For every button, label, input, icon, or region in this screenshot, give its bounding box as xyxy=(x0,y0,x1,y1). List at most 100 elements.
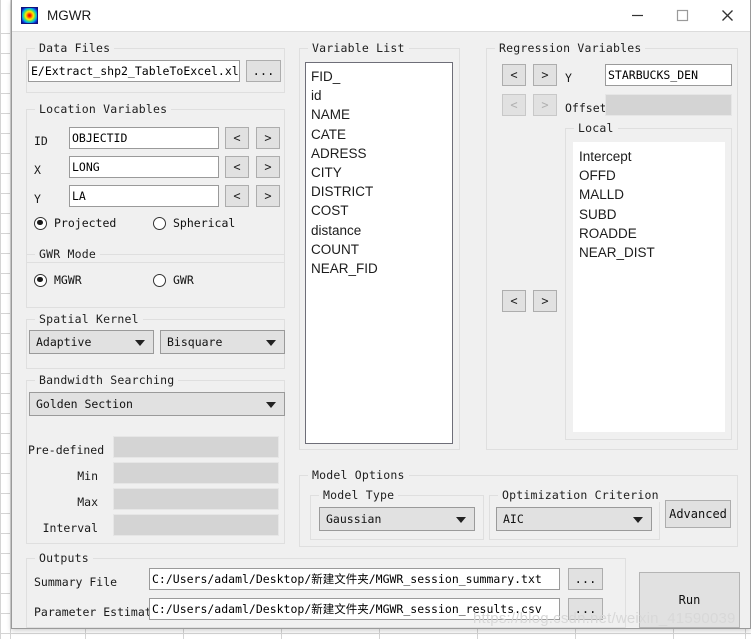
summary-file-browse-button[interactable]: ... xyxy=(568,568,603,590)
kernel-type-select[interactable]: Adaptive xyxy=(29,330,154,354)
list-item[interactable]: ROADDE xyxy=(579,224,724,243)
group-label-local: Local xyxy=(574,121,618,135)
kernel-type-value: Adaptive xyxy=(36,335,92,349)
bandwidth-min-label: Min xyxy=(77,469,98,483)
location-id-next-button[interactable]: > xyxy=(256,127,280,149)
window-controls xyxy=(615,0,750,31)
list-item[interactable]: COST xyxy=(311,201,452,220)
list-item[interactable]: NEAR_FID xyxy=(311,259,452,278)
list-item[interactable]: OFFD xyxy=(579,166,724,185)
location-id-prev-button[interactable]: < xyxy=(225,127,249,149)
parameter-estimates-label: Parameter Estimates xyxy=(34,605,166,619)
group-label-regression-variables: Regression Variables xyxy=(495,41,646,55)
minimize-icon[interactable] xyxy=(615,0,660,31)
list-item[interactable]: CATE xyxy=(311,125,452,144)
list-item[interactable]: COUNT xyxy=(311,240,452,259)
radio-gwr-dot xyxy=(153,273,166,287)
bandwidth-interval-label: Interval xyxy=(42,521,98,535)
location-y-input[interactable]: LA xyxy=(69,185,219,207)
radio-mgwr[interactable]: MGWR xyxy=(34,273,82,287)
window-client-area: Data Files E/Extract_shp2_TableToExcel.x… xyxy=(12,32,750,630)
summary-file-input[interactable]: C:/Users/adaml/Desktop/新建文件夹/MGWR_sessio… xyxy=(149,568,560,590)
regression-local-next-button[interactable]: > xyxy=(533,290,557,312)
location-x-input[interactable]: LONG xyxy=(69,156,219,178)
location-id-label: ID xyxy=(34,134,48,148)
regression-local-prev-button[interactable]: < xyxy=(502,290,526,312)
list-item[interactable]: ADRESS xyxy=(311,144,452,163)
group-label-data-files: Data Files xyxy=(35,41,115,55)
advanced-button[interactable]: Advanced xyxy=(665,500,731,528)
variable-listbox[interactable]: FID_ id NAME CATE ADRESS CITY DISTRICT C… xyxy=(305,62,453,444)
chevron-down-icon xyxy=(633,517,643,523)
bandwidth-predefined-input[interactable] xyxy=(113,436,279,458)
group-label-location-variables: Location Variables xyxy=(35,102,172,116)
location-y-label: Y xyxy=(34,192,41,206)
close-icon[interactable] xyxy=(705,0,750,31)
regression-y-input[interactable]: STARBUCKS_DEN xyxy=(605,64,732,86)
watermark-text: https://blog.csdn.net/weixin_41590039 xyxy=(473,610,736,627)
data-file-input[interactable]: E/Extract_shp2_TableToExcel.xlsx xyxy=(28,60,240,82)
list-item[interactable]: CITY xyxy=(311,163,452,182)
maximize-icon[interactable] xyxy=(660,0,705,31)
group-label-bandwidth-searching: Bandwidth Searching xyxy=(35,373,179,387)
radio-spherical-dot xyxy=(153,216,166,230)
list-item[interactable]: SUBD xyxy=(579,205,724,224)
bandwidth-predefined-label: Pre-defined xyxy=(28,443,105,457)
chevron-down-icon xyxy=(456,517,466,523)
regression-y-next-button[interactable]: > xyxy=(533,64,557,86)
bandwidth-min-input[interactable] xyxy=(113,462,279,484)
optimization-criterion-select[interactable]: AIC xyxy=(496,507,652,531)
model-type-value: Gaussian xyxy=(326,512,382,526)
model-type-select[interactable]: Gaussian xyxy=(319,507,475,531)
title-bar: MGWR xyxy=(12,0,750,32)
radio-gwr[interactable]: GWR xyxy=(153,273,194,287)
local-listbox[interactable]: Intercept OFFD MALLD SUBD ROADDE NEAR_DI… xyxy=(573,142,725,432)
list-item[interactable]: NEAR_DIST xyxy=(579,243,724,262)
optimization-criterion-value: AIC xyxy=(503,512,524,526)
bandwidth-interval-input[interactable] xyxy=(113,514,279,536)
location-y-prev-button[interactable]: < xyxy=(225,185,249,207)
location-y-next-button[interactable]: > xyxy=(256,185,280,207)
mgwr-colormap-icon xyxy=(21,7,38,24)
chevron-down-icon xyxy=(266,340,276,346)
list-item[interactable]: NAME xyxy=(311,105,452,124)
radio-mgwr-dot xyxy=(34,273,47,287)
screenshot-root: MGWR Data Files E/Extract_shp2_TableToEx… xyxy=(0,0,751,639)
radio-projected-dot xyxy=(34,216,47,230)
group-label-variable-list: Variable List xyxy=(308,41,409,55)
list-item[interactable]: MALLD xyxy=(579,185,724,204)
bandwidth-method-select[interactable]: Golden Section xyxy=(29,392,285,416)
data-file-browse-button[interactable]: ... xyxy=(246,60,281,82)
chevron-down-icon xyxy=(266,402,276,408)
radio-projected[interactable]: Projected xyxy=(34,216,116,230)
location-x-prev-button[interactable]: < xyxy=(225,156,249,178)
group-label-optimization-criterion: Optimization Criterion xyxy=(498,488,663,502)
group-label-model-type: Model Type xyxy=(319,488,399,502)
chevron-down-icon xyxy=(135,340,145,346)
radio-gwr-label: GWR xyxy=(173,273,194,287)
bandwidth-max-input[interactable] xyxy=(113,488,279,510)
list-item[interactable]: distance xyxy=(311,221,452,240)
regression-y-prev-button[interactable]: < xyxy=(502,64,526,86)
summary-file-label: Summary File xyxy=(34,575,118,589)
radio-spherical[interactable]: Spherical xyxy=(153,216,235,230)
location-x-next-button[interactable]: > xyxy=(256,156,280,178)
bandwidth-method-value: Golden Section xyxy=(36,397,133,411)
kernel-function-value: Bisquare xyxy=(167,335,223,349)
regression-offset-input[interactable] xyxy=(605,94,732,116)
list-item[interactable]: Intercept xyxy=(579,147,724,166)
group-label-gwr-mode: GWR Mode xyxy=(35,247,100,261)
kernel-function-select[interactable]: Bisquare xyxy=(160,330,285,354)
regression-offset-prev-button[interactable]: < xyxy=(502,94,526,116)
radio-projected-label: Projected xyxy=(54,216,117,230)
list-item[interactable]: DISTRICT xyxy=(311,182,452,201)
list-item[interactable]: id xyxy=(311,86,452,105)
mgwr-window: MGWR Data Files E/Extract_shp2_TableToEx… xyxy=(11,0,751,629)
list-item[interactable]: FID_ xyxy=(311,67,452,86)
radio-spherical-label: Spherical xyxy=(173,216,236,230)
regression-y-label: Y xyxy=(565,71,572,85)
regression-offset-next-button[interactable]: > xyxy=(533,94,557,116)
location-id-input[interactable]: OBJECTID xyxy=(69,127,219,149)
regression-offset-label: Offset xyxy=(565,101,607,115)
group-label-model-options: Model Options xyxy=(308,468,409,482)
